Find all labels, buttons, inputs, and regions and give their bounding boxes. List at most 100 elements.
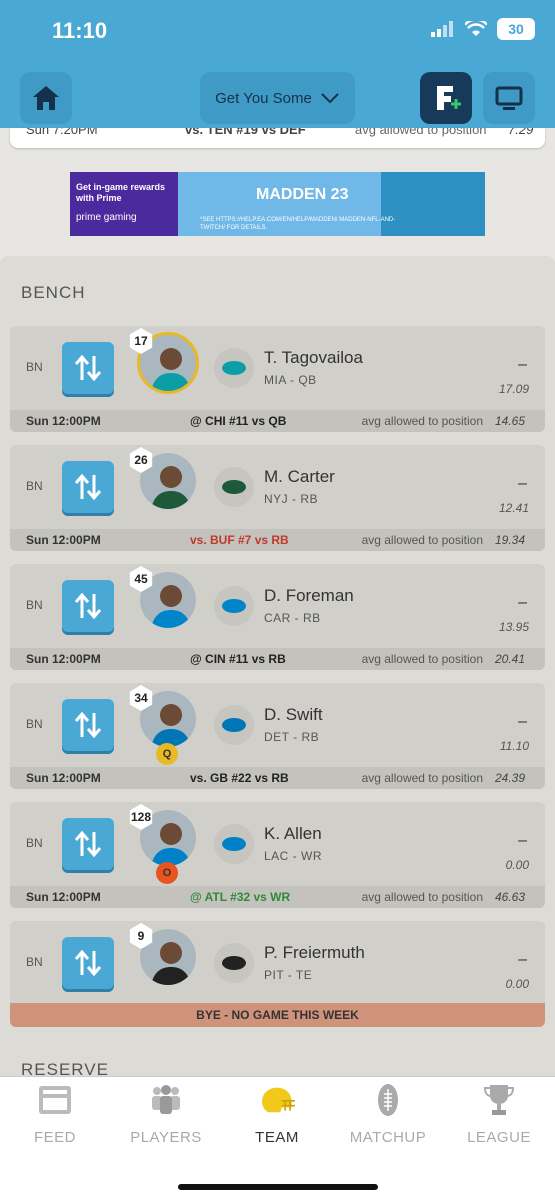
player-name[interactable]: D. Swift (264, 705, 323, 725)
team-logo-icon (214, 467, 254, 507)
game-time: Sun 12:00PM (26, 414, 101, 428)
ad-line2: prime gaming (76, 212, 137, 223)
opponent-rank: vs. BUF #7 vs RB (190, 533, 289, 547)
tab-players[interactable]: PLAYERS (116, 1083, 216, 1146)
team-logo-icon (214, 824, 254, 864)
game-time: Sun 12:00PM (26, 771, 101, 785)
player-points: – (518, 356, 527, 373)
player-name[interactable]: P. Freiermuth (264, 943, 365, 963)
avg-allowed-value: 19.34 (494, 533, 525, 547)
opponent-rank: @ ATL #32 vs WR (190, 890, 291, 904)
swap-arrows-icon (74, 949, 102, 977)
header-bar: 11:10 30 Get You Some (0, 0, 555, 128)
matchup-row: Sun 12:00PM @ ATL #32 vs WR avg allowed to… (10, 886, 545, 908)
player-projection: 13.95 (498, 620, 529, 634)
player-points: – (518, 951, 527, 968)
tab-feed-label: FEED (33, 1129, 76, 1146)
player-card[interactable]: BN 26 M. Carter NYJ - RB –12.41 Sun 12:00PM vs… (10, 445, 545, 551)
fantasy-plus-button[interactable] (420, 72, 472, 124)
player-team-position: LAC - WR (264, 849, 322, 863)
swap-arrows-icon (74, 830, 102, 858)
player-points: – (518, 832, 527, 849)
player-projection: 11.10 (499, 739, 529, 753)
player-team-position: CAR - RB (264, 611, 321, 625)
avg-allowed-value: 24.39 (494, 771, 525, 785)
swap-button[interactable] (62, 461, 114, 513)
bottom-tab-bar: FEED PLAYERS TEAM MATCHUP LEAGUE (0, 1076, 555, 1200)
player-team-position: MIA - QB (264, 373, 317, 387)
tab-matchup[interactable]: MATCHUP (338, 1083, 438, 1146)
prev-opponent: vs. TEN #19 vs DEF (185, 128, 306, 137)
swap-button[interactable] (62, 937, 114, 989)
slot-label: BN (26, 360, 43, 374)
ad-title: MADDEN 23 (256, 186, 349, 203)
swap-button[interactable] (62, 580, 114, 632)
player-card[interactable]: BN 45 D. Foreman CAR - RB –13.95 Sun 12:00PM @… (10, 564, 545, 670)
home-icon (33, 86, 59, 110)
player-card[interactable]: BN 34 Q D. Swift DET - RB –11.10 Sun 12:00PM vs… (10, 683, 545, 789)
home-indicator (178, 1184, 378, 1190)
bye-week-banner: BYE - NO GAME THIS WEEK (10, 1003, 545, 1027)
tab-feed[interactable]: FEED (5, 1083, 105, 1146)
player-name[interactable]: M. Carter (264, 467, 335, 487)
swap-button[interactable] (62, 342, 114, 394)
status-time: 11:10 (52, 18, 108, 43)
team-name: Get You Some (215, 89, 312, 107)
game-time: Sun 12:00PM (26, 890, 101, 904)
player-name[interactable]: D. Foreman (264, 586, 354, 606)
status-icons: 30 (431, 18, 535, 40)
avg-allowed-value: 14.65 (494, 414, 525, 428)
avg-allowed-label: avg allowed to position (361, 414, 483, 428)
game-time: Sun 12:00PM (26, 533, 101, 547)
matchup-row: Sun 12:00PM vs. BUF #7 vs RB avg allowed t… (10, 529, 545, 551)
player-name[interactable]: T. Tagovailoa (264, 348, 363, 368)
team-logo-icon (214, 586, 254, 626)
prev-value: 7.29 (508, 128, 534, 137)
player-points: – (518, 475, 527, 492)
tab-matchup-label: MATCHUP (349, 1129, 427, 1146)
swap-arrows-icon (74, 592, 102, 620)
battery-indicator: 30 (497, 18, 535, 40)
slot-label: BN (26, 955, 43, 969)
tab-league-label: LEAGUE (467, 1129, 531, 1146)
player-projection: 17.09 (498, 382, 529, 396)
swap-arrows-icon (74, 711, 102, 739)
helmet-icon (259, 1083, 295, 1117)
player-team-position: PIT - TE (264, 968, 313, 982)
swap-button[interactable] (62, 699, 114, 751)
team-logo-icon (214, 705, 254, 745)
team-logo-icon (214, 943, 254, 983)
tab-team-label: TEAM (255, 1129, 299, 1146)
fantasy-plus-icon (437, 86, 461, 110)
injury-status-badge: O (156, 862, 178, 884)
tab-league[interactable]: LEAGUE (449, 1083, 549, 1146)
tv-button[interactable] (483, 72, 535, 124)
swap-button[interactable] (62, 818, 114, 870)
home-button[interactable] (20, 72, 72, 124)
slot-label: BN (26, 598, 43, 612)
swap-arrows-icon (74, 473, 102, 501)
player-projection: 12.41 (498, 501, 529, 515)
avg-allowed-label: avg allowed to position (361, 771, 483, 785)
matchup-row: Sun 12:00PM @ CHI #11 vs QB avg allowed to… (10, 410, 545, 432)
feed-icon (37, 1083, 73, 1117)
injury-status-badge: Q (156, 743, 178, 765)
tv-icon (495, 86, 523, 110)
prev-time: Sun 7:20PM (26, 128, 98, 137)
matchup-row: Sun 12:00PM vs. GB #22 vs RB avg allowed t… (10, 767, 545, 789)
player-card[interactable]: BN 128 O K. Allen LAC - WR –0.00 Sun 12:00PM @ … (10, 802, 545, 908)
player-card[interactable]: BN 17 T. Tagovailoa MIA - QB –17.09 Sun 12:00… (10, 326, 545, 432)
prev-label: avg allowed to position (355, 128, 487, 137)
slot-label: BN (26, 479, 43, 493)
player-card[interactable]: BN 9 P. Freiermuth PIT - TE –0.00 BYE - NO GA… (10, 921, 545, 1027)
team-selector[interactable]: Get You Some (200, 72, 355, 124)
game-time: Sun 12:00PM (26, 652, 101, 666)
player-points: – (518, 713, 527, 730)
player-team-position: NYJ - RB (264, 492, 319, 506)
player-name[interactable]: K. Allen (264, 824, 322, 844)
avg-allowed-label: avg allowed to position (361, 533, 483, 547)
slot-label: BN (26, 836, 43, 850)
avg-allowed-label: avg allowed to position (361, 890, 483, 904)
ad-banner[interactable]: Get in-game rewards with Prime prime gam… (70, 172, 485, 236)
tab-team[interactable]: TEAM (227, 1083, 327, 1146)
